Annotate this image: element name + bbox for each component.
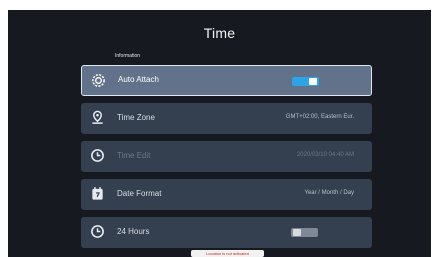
setting-label: Auto Attach	[118, 75, 159, 84]
setting-time-zone[interactable]: Time Zone GMT+02:00, Eastern Eur.	[81, 103, 372, 134]
setting-date-format[interactable]: Date Format Year / Month / Day	[81, 179, 372, 210]
setting-label: 24 Hours	[117, 227, 150, 236]
section-label-information: Information	[115, 53, 141, 59]
location-pin-icon	[90, 110, 105, 125]
tv-settings-screen: Time Information Auto Attach Time Zone G…	[8, 10, 431, 257]
setting-auto-attach[interactable]: Auto Attach	[81, 65, 372, 96]
setting-value: Year / Month / Day	[304, 190, 354, 196]
clock-icon	[90, 148, 105, 163]
toggle-knob	[293, 229, 301, 236]
setting-label: Time Zone	[117, 113, 155, 122]
toggle-knob	[309, 78, 317, 85]
setting-value: 2020/03/10 04:40 AM	[296, 152, 354, 158]
24-hours-toggle[interactable]	[291, 228, 318, 237]
setting-label: Time Edit	[117, 151, 151, 160]
setting-label: Date Format	[117, 189, 162, 198]
setting-24-hours[interactable]: 24 Hours	[81, 217, 372, 248]
setting-value: GMT+02:00, Eastern Eur.	[285, 114, 354, 120]
auto-attach-toggle[interactable]	[292, 77, 319, 86]
gear-icon	[91, 73, 106, 88]
clock-icon	[90, 224, 105, 239]
calendar-icon	[90, 186, 105, 201]
page-title: Time	[203, 25, 236, 41]
status-toast: Location is not activated	[191, 250, 264, 257]
setting-time-edit[interactable]: Time Edit 2020/03/10 04:40 AM	[81, 141, 372, 172]
